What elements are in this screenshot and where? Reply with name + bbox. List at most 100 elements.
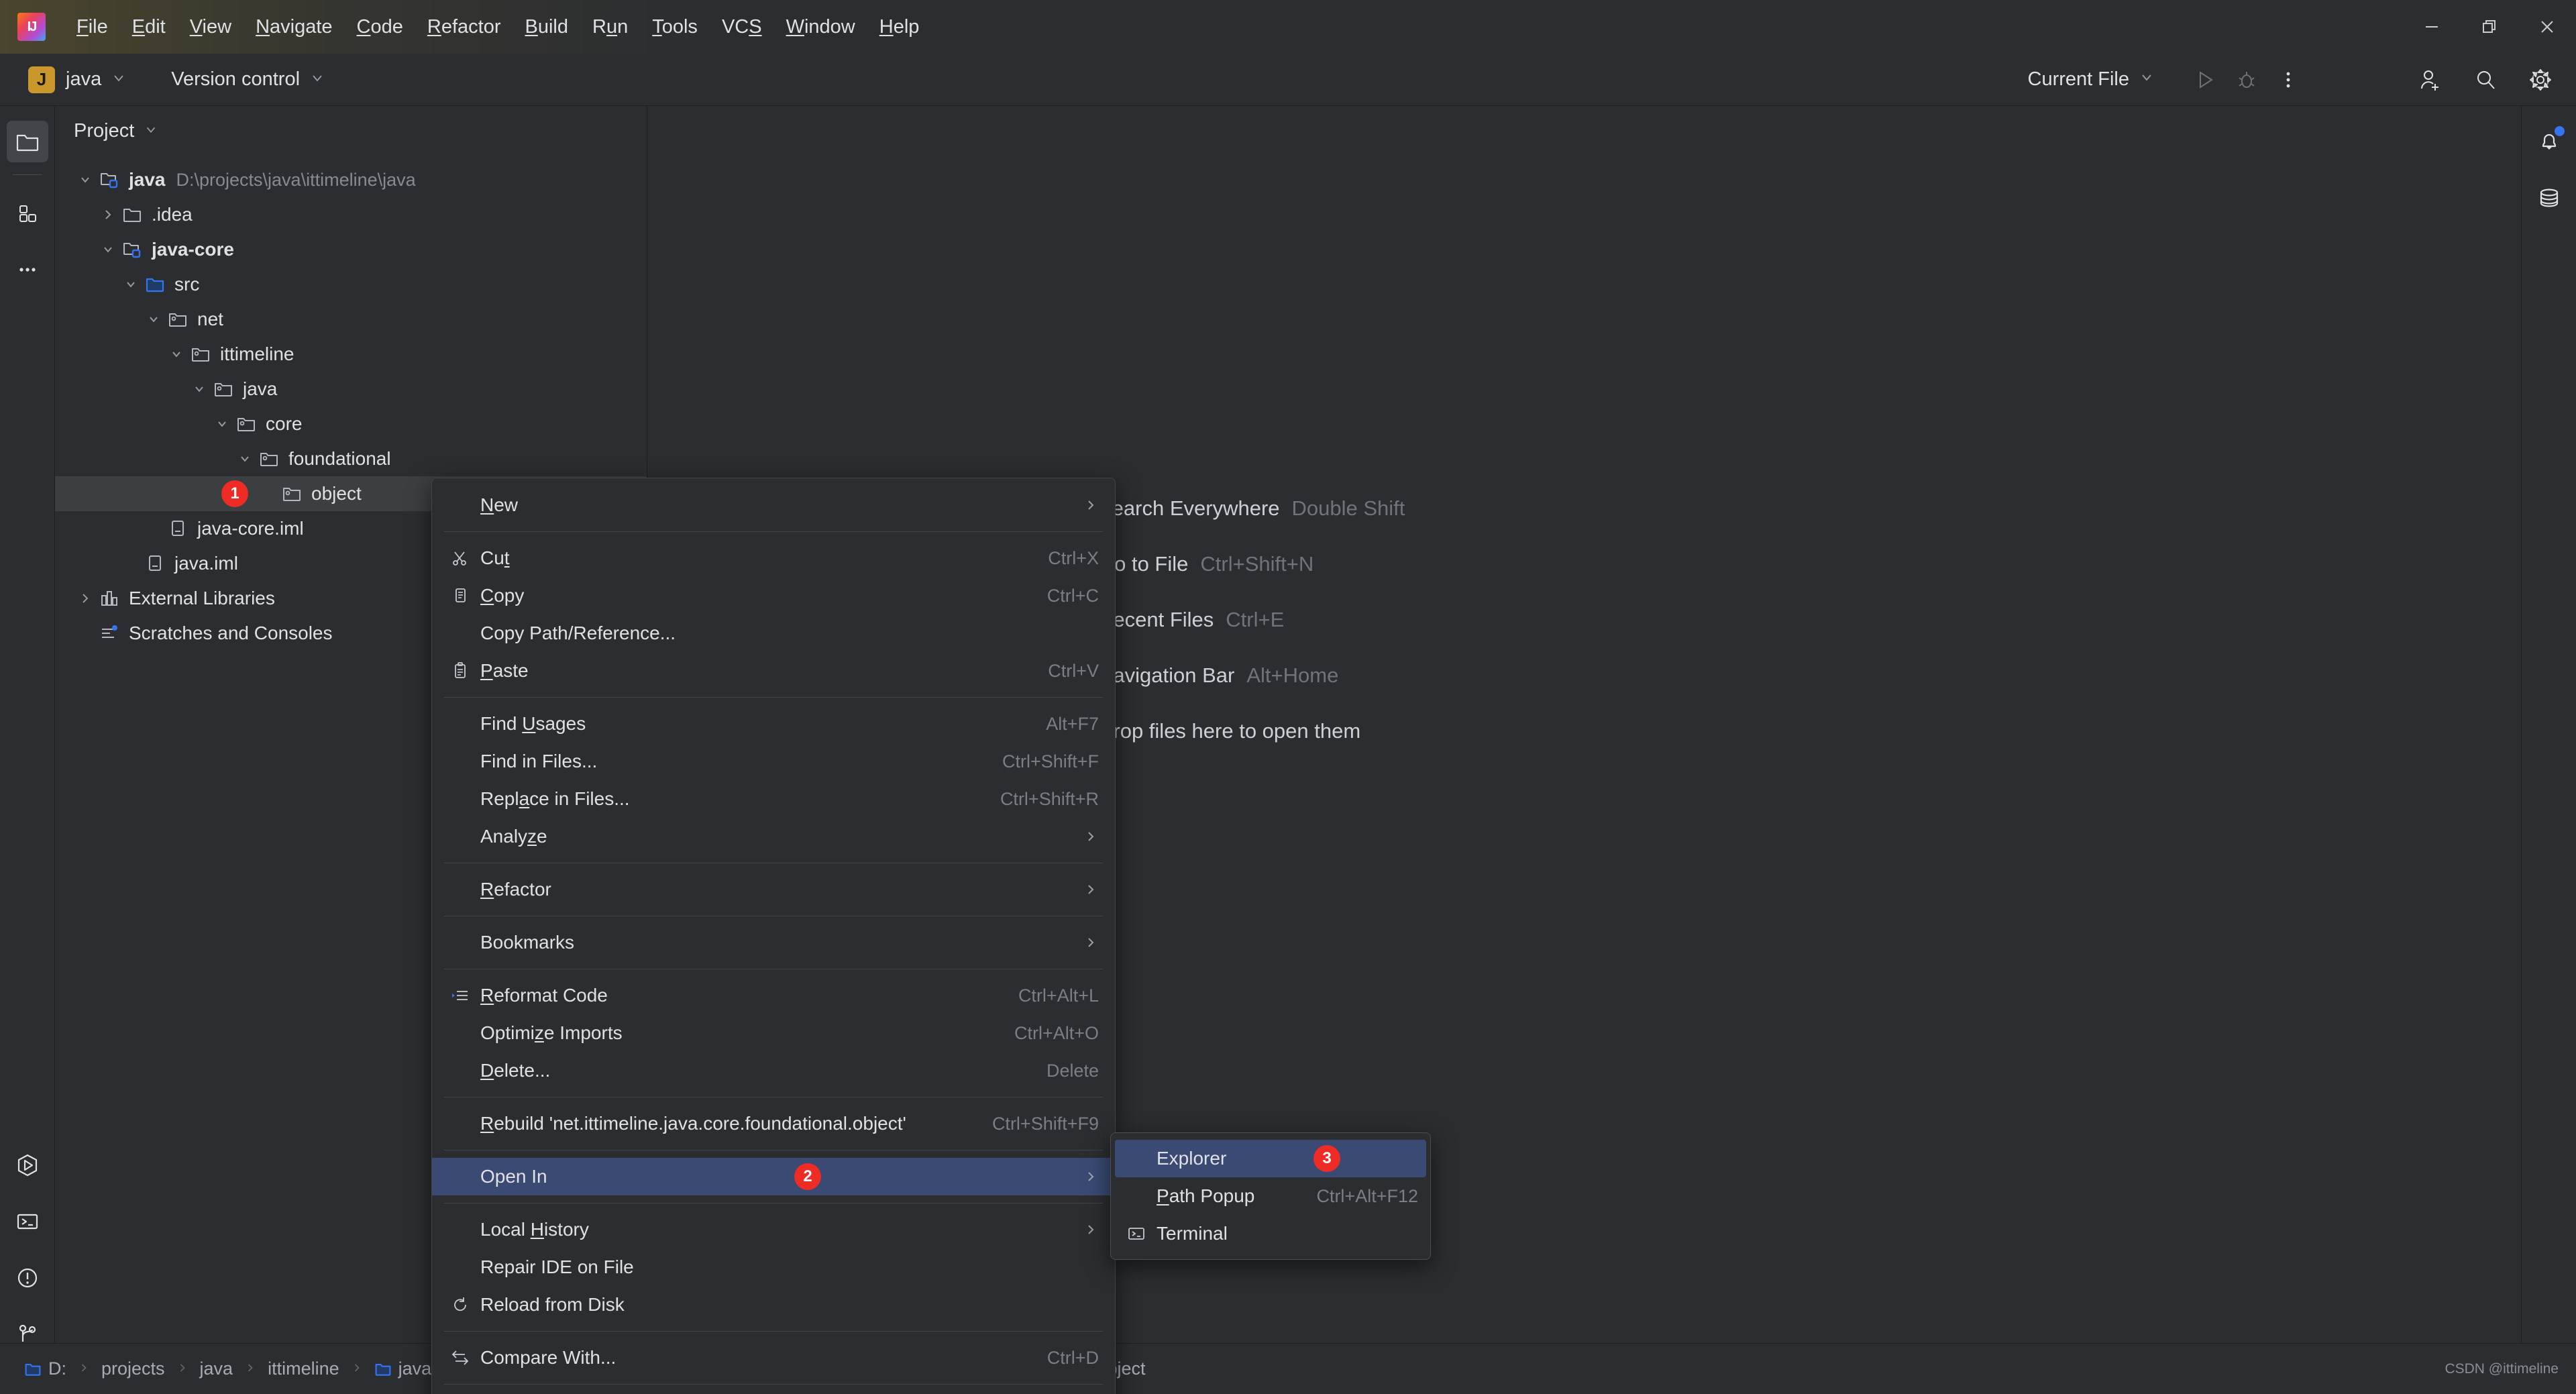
context-menu-item[interactable]: Copy Path/Reference... [432,614,1115,652]
context-menu-item[interactable]: Bookmarks [432,924,1115,961]
run-icon[interactable] [2184,59,2226,101]
project-context-menu[interactable]: New Cut Ctrl+X Copy Ctrl+C Copy Path/Referenc… [431,478,1116,1394]
project-selector[interactable]: J java [20,62,135,97]
project-tool-window-header[interactable]: Project [55,106,647,156]
intellij-idea-logo-icon: IJ [17,13,46,41]
context-menu-item-label: Compare With... [480,1347,616,1368]
tree-node[interactable]: java [55,372,647,407]
chevron-down-icon[interactable] [97,242,119,258]
submenu-item[interactable]: Terminal [1111,1215,1430,1252]
context-menu-item[interactable]: Analyze [432,818,1115,855]
run-configuration-selector[interactable]: Current File [2021,64,2162,95]
editor-hint: Search Everywhere Double Shift [1098,496,1405,521]
breadcrumb-item-label: java [199,1358,233,1379]
menu-run[interactable]: Run [580,9,640,45]
tree-node[interactable]: .idea [55,197,647,232]
tree-node[interactable]: src [55,267,647,302]
chevron-down-icon[interactable] [119,276,142,292]
add-user-icon[interactable] [2410,59,2451,101]
chevron-down-icon[interactable] [233,451,256,467]
breadcrumb-item[interactable]: projects [101,1358,165,1379]
menu-window[interactable]: Window [774,9,867,45]
menu-view[interactable]: View [178,9,244,45]
tree-node[interactable]: java D:\projects\java\ittimeline\java [55,162,647,197]
sidebar-item-problems[interactable] [7,1257,48,1299]
chevron-down-icon[interactable] [188,381,211,397]
menu-separator [444,531,1103,532]
breadcrumb-item[interactable]: ittimeline [268,1358,339,1379]
context-menu-item[interactable]: Local History [432,1211,1115,1248]
tree-node-label: java.iml [174,553,238,574]
context-menu-item-label: Analyze [480,826,547,847]
debug-icon[interactable] [2226,59,2267,101]
sidebar-item-commit[interactable] [7,193,48,234]
submenu-item[interactable]: Explorer 3 [1115,1140,1426,1177]
context-menu-item[interactable]: Delete... Delete [432,1052,1115,1089]
menu-tools[interactable]: Tools [640,9,710,45]
sidebar-item-project[interactable] [6,121,48,162]
context-menu-item[interactable]: New [432,486,1115,524]
open-in-submenu[interactable]: Explorer 3 Path Popup Ctrl+Alt+F12 Terminal [1110,1132,1431,1260]
submenu-item[interactable]: Path Popup Ctrl+Alt+F12 [1111,1177,1430,1215]
notifications-icon[interactable] [2528,121,2570,162]
chevron-down-icon[interactable] [142,311,165,327]
menu-file[interactable]: File [64,9,120,45]
project-badge: J [28,66,55,93]
version-control-widget[interactable]: Version control [163,64,333,95]
context-menu-item[interactable]: Copy Ctrl+C [432,577,1115,614]
sidebar-item-more[interactable] [7,249,48,290]
module-folder-icon [119,239,145,260]
tree-node[interactable]: ittimeline [55,337,647,372]
tree-node[interactable]: net [55,302,647,337]
context-menu-item[interactable]: Compare With... Ctrl+D [432,1339,1115,1377]
annotation-badge: 1 [221,480,248,507]
project-tool-window-title: Project [74,119,135,142]
breadcrumb-item[interactable]: java [200,1358,233,1379]
database-icon[interactable] [2528,177,2570,219]
context-menu-item[interactable]: Find in Files... Ctrl+Shift+F [432,743,1115,780]
breadcrumb-item[interactable]: D: [24,1358,66,1379]
tree-node-label: foundational [288,448,391,469]
restore-icon[interactable] [2461,0,2518,54]
context-menu-item[interactable]: Paste Ctrl+V [432,652,1115,690]
tree-node-label: java [243,378,278,399]
menu-refactor[interactable]: Refactor [415,9,513,45]
project-name-label: java [66,68,102,90]
context-menu-item-label: Reformat Code [480,985,608,1006]
context-menu-item[interactable]: Reformat Code Ctrl+Alt+L [432,977,1115,1014]
menu-code[interactable]: Code [345,9,415,45]
context-menu-item[interactable]: Rebuild 'net.ittimeline.java.core.founda… [432,1105,1115,1142]
context-menu-item[interactable]: Open In 2 [432,1158,1115,1195]
menu-help[interactable]: Help [867,9,932,45]
watermark-label: CSDN @ittimeline [2445,1360,2559,1377]
chevron-right-icon[interactable] [74,590,97,606]
tree-node[interactable]: foundational [55,441,647,476]
menu-build[interactable]: Build [513,9,581,45]
minimize-icon[interactable] [2403,0,2461,54]
chevron-right-icon[interactable] [97,207,119,223]
close-icon[interactable] [2518,0,2576,54]
tree-node[interactable]: java-core [55,232,647,267]
chevron-down-icon[interactable] [211,416,233,432]
context-menu-item[interactable]: Replace in Files... Ctrl+Shift+R [432,780,1115,818]
chevron-down-icon[interactable] [165,346,188,362]
menu-navigate[interactable]: Navigate [244,9,344,45]
chevron-down-icon[interactable] [144,122,158,140]
context-menu-item[interactable]: Refactor [432,871,1115,908]
context-menu-item[interactable]: Reload from Disk [432,1286,1115,1324]
sidebar-item-terminal[interactable] [7,1201,48,1242]
menu-vcs[interactable]: VCS [710,9,774,45]
tree-node[interactable]: core [55,407,647,441]
chevron-down-icon[interactable] [74,172,97,188]
breadcrumb-item[interactable]: java [374,1358,431,1379]
more-options-icon[interactable] [2267,59,2309,101]
context-menu-item-label: Rebuild 'net.ittimeline.java.core.founda… [480,1113,906,1134]
context-menu-item[interactable]: Optimize Imports Ctrl+Alt+O [432,1014,1115,1052]
search-icon[interactable] [2465,59,2506,101]
sidebar-item-run[interactable] [7,1144,48,1186]
settings-icon[interactable] [2520,59,2561,101]
context-menu-item[interactable]: Find Usages Alt+F7 [432,705,1115,743]
menu-edit[interactable]: Edit [120,9,178,45]
context-menu-item[interactable]: Repair IDE on File [432,1248,1115,1286]
context-menu-item[interactable]: Cut Ctrl+X [432,539,1115,577]
